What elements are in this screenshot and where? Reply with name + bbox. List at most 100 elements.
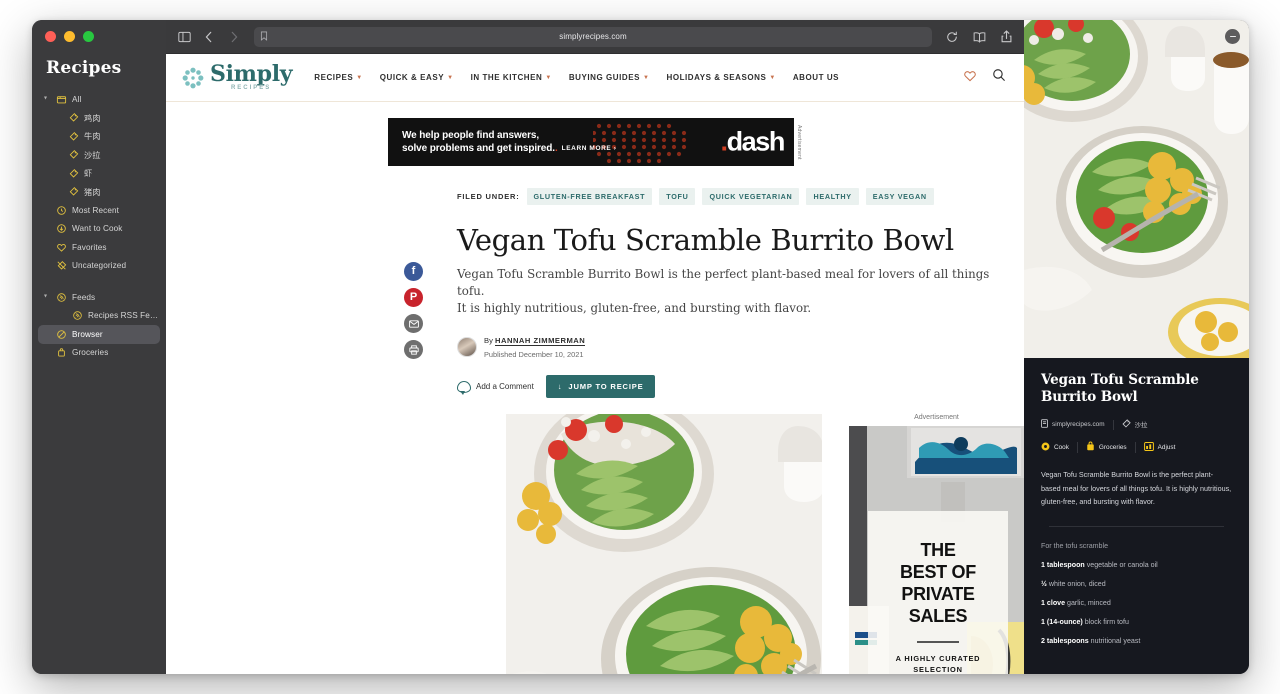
sidebar-item-tag-5[interactable]: ▾ 猪肉 — [38, 183, 160, 202]
byline-author-line: By HANNAH ZIMMERMAN — [484, 336, 586, 346]
filed-under-row: FILED UNDER: GLUTEN-FREE BREAKFAST TOFU … — [457, 188, 1024, 205]
favorites-icon[interactable] — [963, 69, 977, 87]
book-icon[interactable] — [972, 30, 986, 44]
filed-under-label: FILED UNDER: — [457, 192, 520, 201]
jump-to-recipe-button[interactable]: ↓ JUMP TO RECIPE — [545, 375, 656, 398]
author-avatar — [457, 337, 477, 357]
email-share-button[interactable] — [404, 314, 423, 333]
sidebar-item-tag-4[interactable]: ▾ 虾 — [38, 164, 160, 183]
nav-label: RECIPES — [314, 73, 354, 82]
sidebar-item-groceries[interactable]: ▾ Groceries — [38, 344, 160, 363]
recipe-panel-body: Vegan Tofu Scramble Burrito Bowl simplyr… — [1024, 358, 1249, 656]
print-button[interactable] — [404, 340, 423, 359]
social-share-rail: f P — [404, 262, 423, 359]
sidebar-item-label: 虾 — [84, 169, 93, 179]
cook-action[interactable]: Cook — [1041, 442, 1069, 453]
jump-to-recipe-label: JUMP TO RECIPE — [568, 382, 644, 391]
rss-circle-icon — [56, 292, 67, 303]
window-traffic-lights[interactable] — [32, 20, 166, 42]
sidebar-item-tag-1[interactable]: ▾ 鸡肉 — [38, 109, 160, 128]
nav-label: ABOUT US — [792, 73, 840, 82]
simply-recipes-logo[interactable]: Simply RECIPES — [180, 63, 293, 91]
ingredient-text: vegetable or canola oil — [1084, 560, 1158, 569]
tag-chip-quick-vegetarian[interactable]: QUICK VEGETARIAN — [702, 188, 800, 205]
maximize-window-button[interactable] — [83, 31, 94, 42]
sidebar-item-uncategorized[interactable]: ▾ Uncategorized — [38, 257, 160, 276]
share-icon[interactable] — [999, 30, 1013, 44]
url-text: simplyrecipes.com — [559, 32, 627, 41]
sidebar-icon[interactable] — [177, 30, 191, 44]
ad-brand-name: dash — [726, 126, 786, 157]
nav-item-recipes[interactable]: RECIPES ▼ — [314, 73, 362, 82]
reload-icon[interactable] — [945, 30, 959, 44]
chevron-left-icon[interactable] — [202, 30, 216, 44]
chevron-right-icon[interactable] — [227, 30, 241, 44]
leaderboard-advertisement[interactable]: We help people find answers, solve probl… — [388, 118, 794, 166]
leaderboard-ad-wrap: We help people find answers, solve probl… — [388, 118, 802, 166]
no-tag-icon — [56, 260, 67, 271]
sidebar-item-all[interactable]: ▾ All — [38, 90, 160, 109]
recipe-photo-illustration — [506, 414, 822, 674]
ad-text-card: THE BEST OF PRIVATE SALES A HIGHLY CURAT… — [868, 511, 1008, 674]
close-window-button[interactable] — [45, 31, 56, 42]
nav-item-buying-guides[interactable]: BUYING GUIDES ▼ — [569, 73, 650, 82]
ad-line-2: solve problems and get inspired. — [402, 143, 555, 154]
logo-wordmark: Simply RECIPES — [210, 63, 293, 91]
envelope-icon — [408, 319, 419, 328]
ad-title-line-1: THE — [920, 540, 956, 560]
bookmark-icon[interactable] — [260, 28, 268, 46]
sidebar-item-tag-2[interactable]: ▾ 牛肉 — [38, 127, 160, 146]
tag-chip-tofu[interactable]: TOFU — [659, 188, 696, 205]
dek-line-2: It is highly nutritious, gluten-free, an… — [457, 301, 812, 315]
minimize-icon[interactable] — [1225, 29, 1240, 44]
search-icon[interactable] — [992, 68, 1006, 87]
groceries-action[interactable]: Groceries — [1086, 441, 1127, 453]
sidebar-item-most-recent[interactable]: ▾ Most Recent — [38, 201, 160, 220]
article-actions: Add a Comment ↓ JUMP TO RECIPE — [457, 375, 1024, 398]
facebook-share-button[interactable]: f — [404, 262, 423, 281]
sidebar-item-feeds[interactable]: ▾ Feeds — [38, 288, 160, 307]
tag-chip-easy-vegan[interactable]: EASY VEGAN — [865, 188, 934, 205]
ingredient-text: nutritional yeast — [1088, 636, 1141, 645]
groceries-label: Groceries — [1098, 443, 1127, 451]
chevron-down-icon[interactable]: ▾ — [44, 96, 51, 102]
minimize-window-button[interactable] — [64, 31, 75, 42]
ad-title-line-3: PRIVATE — [901, 584, 975, 604]
sidebar-item-label: Groceries — [72, 348, 109, 358]
pinterest-share-button[interactable]: P — [404, 288, 423, 307]
recipe-panel-hero-image — [1024, 20, 1249, 358]
tag-icon — [68, 112, 79, 123]
recipe-source-label: simplyrecipes.com — [1052, 421, 1105, 428]
recipe-tag[interactable]: 沙拉 — [1122, 419, 1147, 430]
sidebar-item-tag-3[interactable]: ▾ 沙拉 — [38, 146, 160, 165]
nav-item-about-us[interactable]: ABOUT US — [793, 73, 839, 82]
sidebar-item-want-to-cook[interactable]: ▾ Want to Cook — [38, 220, 160, 239]
tag-chip-gluten-free-breakfast[interactable]: GLUTEN-FREE BREAKFAST — [526, 188, 653, 205]
adjust-action[interactable]: Adjust — [1143, 441, 1175, 453]
chevron-down-icon[interactable]: ▾ — [44, 294, 51, 300]
groceries-icon — [1086, 441, 1095, 453]
nav-item-quick-easy[interactable]: QUICK & EASY ▼ — [380, 73, 454, 82]
recipe-hero-illustration — [1024, 20, 1249, 358]
web-page-content: Simply RECIPES RECIPES ▼ QUICK & EASY ▼ — [166, 54, 1024, 674]
nav-item-in-the-kitchen[interactable]: IN THE KITCHEN ▼ — [471, 73, 552, 82]
ingredient-text: white onion, diced — [1046, 579, 1106, 588]
add-comment-button[interactable]: Add a Comment — [457, 380, 534, 395]
browser-pane: simplyrecipes.com Simply RECIPES RECIPES… — [166, 20, 1024, 674]
sidebar-item-favorites[interactable]: ▾ Favorites — [38, 238, 160, 257]
sidebar-item-browser[interactable]: ▾ Browser — [38, 325, 160, 344]
sidebar-item-label: Want to Cook — [72, 224, 123, 234]
rss-circle-icon — [72, 310, 83, 321]
chevron-down-icon: ▼ — [545, 74, 552, 81]
article-body: FILED UNDER: GLUTEN-FREE BREAKFAST TOFU … — [166, 166, 1024, 398]
sidebar-item-recipes-rss-feed[interactable]: ▾ Recipes RSS Feed Nov… — [38, 307, 160, 326]
tag-chip-healthy[interactable]: HEALTHY — [806, 188, 859, 205]
sidebar-advertisement[interactable]: THE BEST OF PRIVATE SALES A HIGHLY CURAT… — [849, 426, 1024, 674]
ad-learn-more-button[interactable]: LEARN MORE › — [562, 142, 617, 155]
leaderboard-ad-row: We help people find answers, solve probl… — [166, 102, 1024, 166]
nav-item-holidays-seasons[interactable]: HOLIDAYS & SEASONS ▼ — [667, 73, 776, 82]
url-address-bar[interactable]: simplyrecipes.com — [254, 26, 932, 47]
author-link[interactable]: HANNAH ZIMMERMAN — [495, 336, 586, 346]
recipe-source[interactable]: simplyrecipes.com — [1041, 419, 1105, 430]
